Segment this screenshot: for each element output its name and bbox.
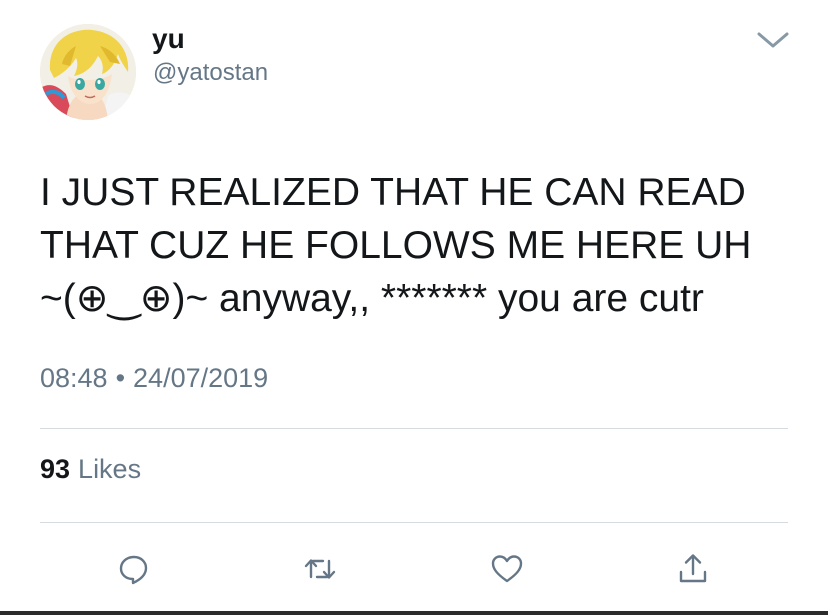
heart-icon bbox=[491, 555, 523, 583]
retweet-button[interactable] bbox=[299, 548, 341, 590]
display-name[interactable]: yu bbox=[152, 22, 185, 56]
reply-button[interactable] bbox=[113, 548, 155, 590]
tweet-card: yu @yatostan I JUST REALIZED THAT HE CAN… bbox=[0, 0, 828, 615]
tweet-timestamp[interactable]: 08:48 • 24/07/2019 bbox=[40, 360, 268, 396]
tweet-actions bbox=[0, 548, 828, 590]
tweet-text-line: THAT CUZ HE FOLLOWS ME HERE UH bbox=[40, 224, 752, 267]
tweet-text-line: ~(⊕‿⊕)~ anyway,, ******* you are cutr bbox=[40, 277, 704, 320]
share-button[interactable] bbox=[672, 548, 714, 590]
divider bbox=[40, 428, 788, 429]
likes-count: 93 bbox=[40, 454, 71, 484]
tweet-date: 24/07/2019 bbox=[133, 363, 269, 393]
tweet-menu-button[interactable] bbox=[752, 24, 794, 56]
timestamp-separator: • bbox=[115, 363, 126, 393]
avatar-image bbox=[40, 24, 136, 120]
chevron-down-icon bbox=[757, 32, 789, 48]
tweet-time: 08:48 bbox=[40, 363, 108, 393]
tweet-text: I JUST REALIZED THAT HE CAN READ THAT CU… bbox=[40, 166, 800, 325]
likes-stat[interactable]: 93 Likes bbox=[40, 452, 141, 486]
retweet-icon bbox=[304, 559, 336, 579]
bottom-edge bbox=[0, 611, 828, 615]
reply-icon bbox=[119, 555, 148, 585]
share-icon bbox=[679, 554, 707, 583]
likes-label: Likes bbox=[78, 454, 142, 484]
tweet-text-line: I JUST REALIZED THAT HE CAN READ bbox=[40, 171, 746, 214]
divider bbox=[40, 522, 788, 523]
like-button[interactable] bbox=[486, 548, 528, 590]
avatar[interactable] bbox=[40, 24, 136, 120]
user-handle[interactable]: @yatostan bbox=[153, 59, 268, 87]
